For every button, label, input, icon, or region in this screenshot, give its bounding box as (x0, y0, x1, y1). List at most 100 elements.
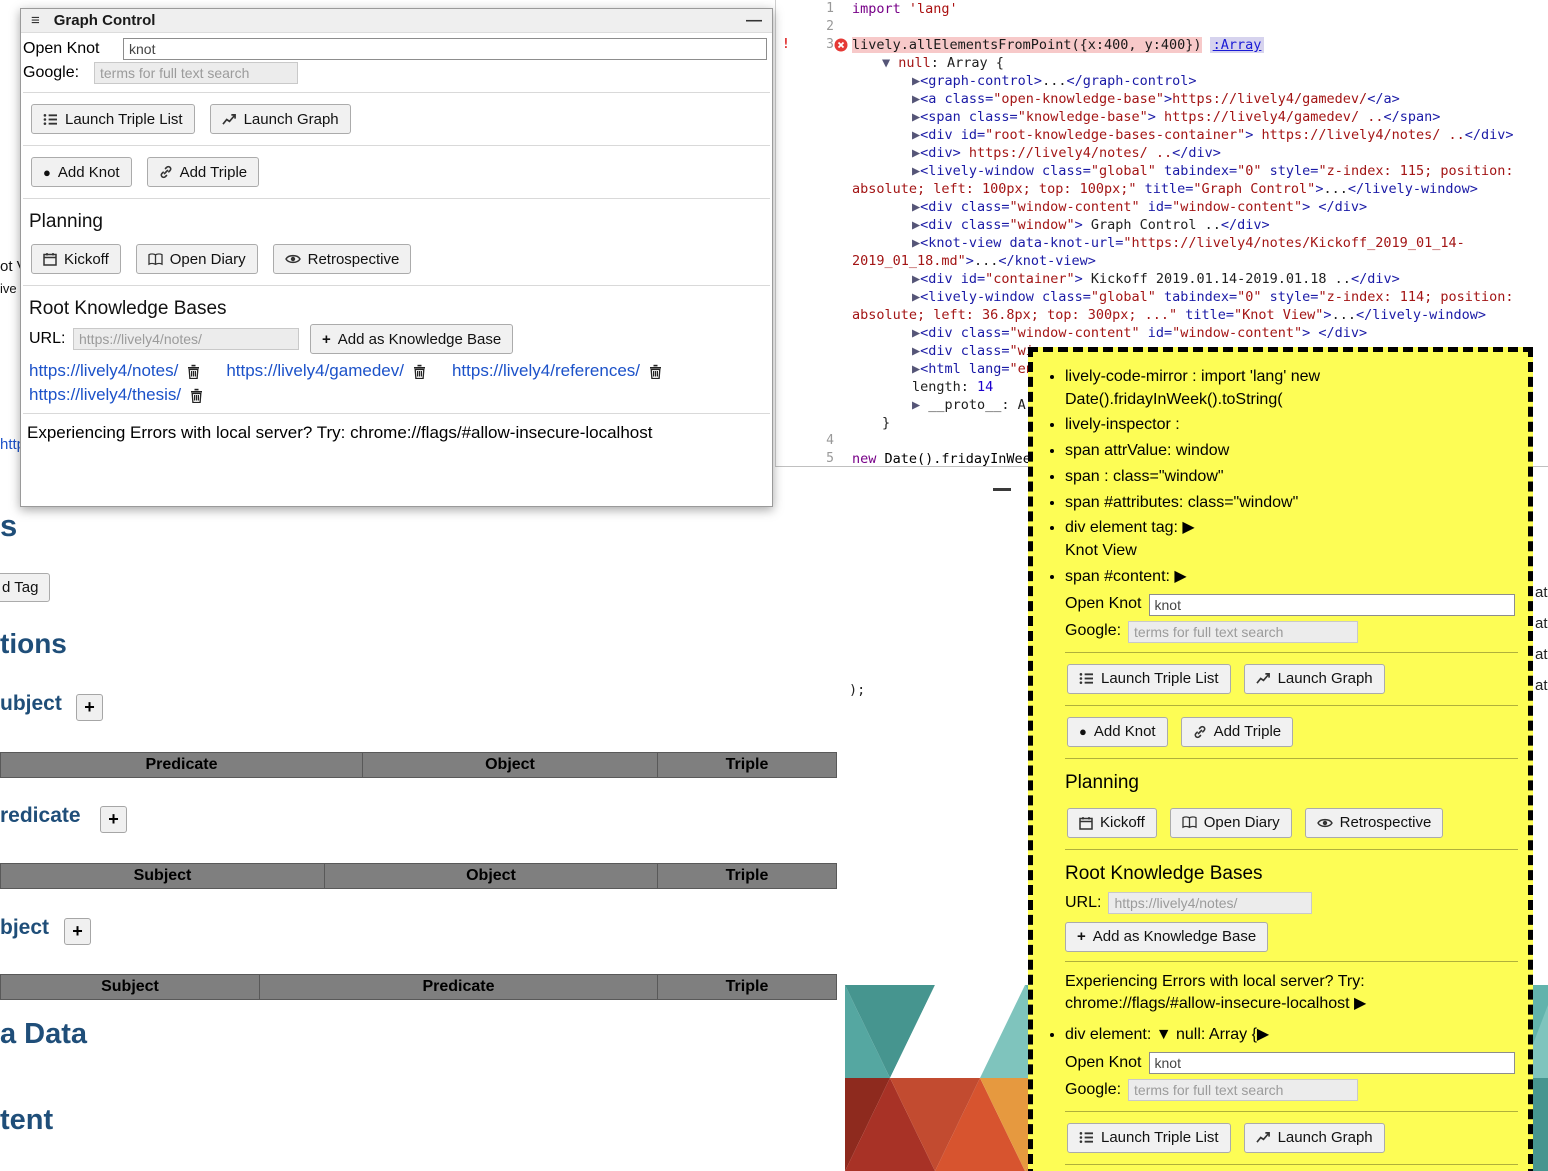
inspector-root-node[interactable]: ▼ null: Array { (852, 54, 1548, 72)
line-number: 1 (826, 1, 834, 16)
overlay-item-text: span #content: ▶ (1065, 566, 1518, 589)
button-label: Add Triple (1214, 723, 1282, 740)
trash-icon[interactable] (190, 388, 203, 403)
retrospective-button[interactable]: Retrospective (273, 244, 412, 274)
google-search-input[interactable] (1128, 621, 1358, 643)
result-annotation[interactable]: :Array (1210, 37, 1265, 53)
overlay-item: span #attributes: class="window" (1065, 492, 1518, 515)
hint-text: Experiencing Errors with local server? T… (1065, 973, 1365, 1012)
add-predicate-button[interactable]: + (100, 806, 127, 833)
page-heading-fragment: redicate (0, 804, 81, 828)
error-icon (834, 38, 848, 52)
eye-icon (1317, 817, 1333, 829)
inspector-node[interactable]: ▶<lively-window class="global" tabindex=… (852, 288, 1548, 324)
line-number: 5 (826, 451, 834, 466)
open-diary-button[interactable]: Open Diary (1170, 808, 1292, 838)
open-knot-label: Open Knot (1065, 1052, 1142, 1075)
inspector-node[interactable]: ▶<div id="container"> Kickoff 2019.01.14… (852, 270, 1548, 288)
open-knot-label: Open Knot (23, 40, 123, 58)
launch-graph-button[interactable]: Launch Graph (1244, 664, 1385, 694)
add-subject-button[interactable]: + (76, 694, 103, 721)
google-row: Google: (23, 62, 770, 84)
table-header-cell: Object (363, 752, 658, 778)
add-kb-button[interactable]: + Add as Knowledge Base (1065, 922, 1268, 952)
launch-triple-list-button[interactable]: Launch Triple List (1067, 1123, 1231, 1153)
graph-control-window: ≡ Graph Control — Open Knot Google: Laun… (20, 8, 773, 507)
open-diary-button[interactable]: Open Diary (136, 244, 258, 274)
inspector-node[interactable]: ▶<div class="window"> Graph Control ..</… (852, 216, 1548, 234)
kb-url-input[interactable] (1108, 892, 1312, 914)
kb-url-input[interactable] (73, 328, 299, 350)
add-knot-button[interactable]: ● Add Knot (1067, 717, 1168, 747)
kb-link[interactable]: https://lively4/gamedev/ (226, 361, 404, 381)
open-knot-input[interactable] (1149, 594, 1516, 616)
overlay-item: lively-code-mirror : import 'lang' new D… (1065, 366, 1518, 411)
calendar-icon (1079, 816, 1093, 830)
screen: ot V ive http s d Tag tions ubject + Pre… (0, 0, 1548, 1171)
add-object-button[interactable]: + (64, 918, 91, 945)
divider (23, 92, 770, 93)
overlay-item-text: Knot View (1065, 540, 1518, 563)
inspector-node[interactable]: ▶<span class="knowledge-base"> https://l… (852, 108, 1548, 126)
local-server-hint: Experiencing Errors with local server? T… (27, 423, 766, 443)
open-knot-row: Open Knot (23, 38, 770, 60)
kb-link[interactable]: https://lively4/notes/ (29, 361, 178, 381)
inspector-node[interactable]: ▶<a class="open-knowledge-base">https://… (852, 90, 1548, 108)
debug-overlay: lively-code-mirror : import 'lang' new D… (1028, 347, 1533, 1171)
table-header-cell: Predicate (260, 974, 658, 1000)
inspector-node[interactable]: ▶<lively-window class="global" tabindex=… (852, 162, 1548, 198)
code-string: 'lang' (909, 1, 958, 17)
expand-triangle-icon[interactable]: ▶ (1354, 995, 1366, 1012)
open-knot-input[interactable] (1149, 1052, 1516, 1074)
code-keyword: new (852, 451, 876, 467)
kb-link[interactable]: https://lively4/thesis/ (29, 385, 181, 405)
line-chart-icon (1256, 672, 1271, 685)
inspector-node[interactable]: ▶<div class="window-content" id="window-… (852, 324, 1548, 342)
add-triple-button[interactable]: Add Triple (1181, 717, 1294, 747)
retrospective-button[interactable]: Retrospective (1305, 808, 1444, 838)
table-header-cell: Subject (0, 974, 260, 1000)
trash-icon[interactable] (187, 364, 200, 379)
planning-buttons-row: Kickoff Open Diary Retrospective (1067, 808, 1516, 838)
kickoff-button[interactable]: Kickoff (31, 244, 121, 274)
window-minimize-button[interactable]: — (746, 12, 762, 30)
inspector-node[interactable]: ▶<div id="root-knowledge-bases-container… (852, 126, 1548, 144)
minimize-dash-icon[interactable] (993, 488, 1011, 491)
local-server-hint: Experiencing Errors with local server? T… (1065, 971, 1518, 1016)
add-knot-button[interactable]: ● Add Knot (31, 157, 132, 187)
inspector-node[interactable]: ▶<graph-control>...</graph-control> (852, 72, 1548, 90)
overlay-item: span #content: ▶ Open Knot Google: (1065, 566, 1518, 1016)
open-knot-row: Open Knot (1065, 1052, 1518, 1075)
launch-graph-button[interactable]: Launch Graph (210, 104, 351, 134)
window-titlebar[interactable]: ≡ Graph Control — (21, 9, 772, 33)
google-search-input[interactable] (94, 62, 298, 84)
open-knot-input[interactable] (123, 38, 767, 60)
inspector-node[interactable]: ▶<div> https://lively4/notes/ ..</div> (852, 144, 1548, 162)
graph-control-content: Open Knot Google: Launch Triple List Lau… (21, 33, 772, 443)
divider (1065, 1111, 1518, 1112)
add-kb-button[interactable]: + Add as Knowledge Base (310, 324, 513, 354)
window-menu-icon[interactable]: ≡ (31, 12, 40, 29)
add-triple-button[interactable]: Add Triple (147, 157, 260, 187)
trash-icon[interactable] (413, 364, 426, 379)
launch-triple-list-button[interactable]: Launch Triple List (1067, 664, 1231, 694)
root-kb-heading: Root Knowledge Bases (29, 298, 770, 320)
google-row: Google: (1065, 620, 1518, 643)
circle-icon: ● (1079, 724, 1087, 739)
launch-triple-list-button[interactable]: Launch Triple List (31, 104, 195, 134)
kb-link-item: https://lively4/references/ (452, 361, 662, 381)
trash-icon[interactable] (649, 364, 662, 379)
clipped-text-fragment: at (1535, 584, 1548, 601)
page-heading-fragment: tent (0, 1104, 53, 1137)
inspector-node[interactable]: ▶<knot-view data-knot-url="https://livel… (852, 234, 1548, 270)
kickoff-button[interactable]: Kickoff (1067, 808, 1157, 838)
inspector-node[interactable]: ▶<div class="window-content" id="window-… (852, 198, 1548, 216)
kb-link[interactable]: https://lively4/references/ (452, 361, 640, 381)
launch-graph-button[interactable]: Launch Graph (1244, 1123, 1385, 1153)
line-number: 4 (826, 433, 834, 448)
google-label: Google: (23, 64, 94, 82)
button-label: Launch Triple List (1101, 670, 1219, 687)
google-search-input[interactable] (1128, 1079, 1358, 1101)
error-expression: lively.allElementsFromPoint({x:400, y:40… (852, 37, 1202, 53)
add-tag-button[interactable]: d Tag (0, 573, 50, 602)
